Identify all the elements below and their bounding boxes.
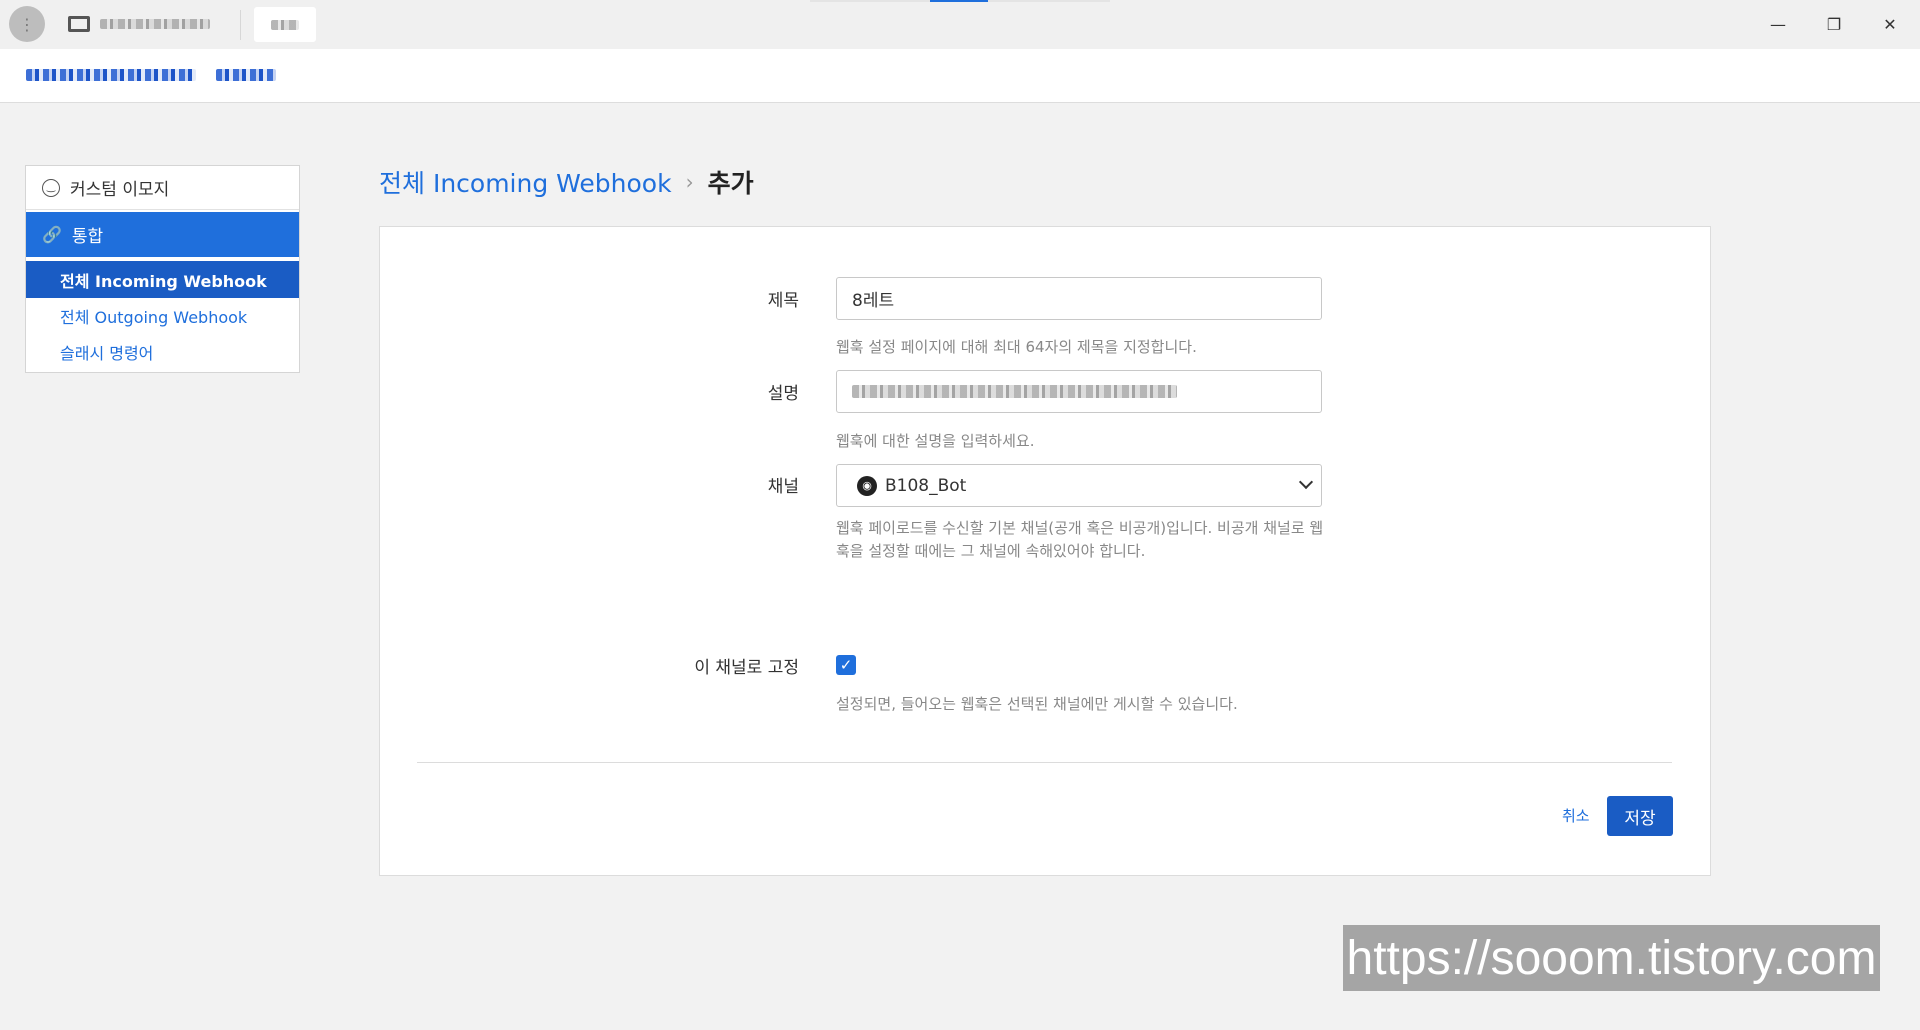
sidebar-item-outgoing-webhook[interactable]: 전체 Outgoing Webhook bbox=[26, 298, 299, 334]
server-icon bbox=[68, 16, 90, 32]
system-console-header bbox=[0, 49, 1920, 103]
lock-channel-help-text: 설정되면, 들어오는 웹훅은 선택된 채널에만 게시할 수 있습니다. bbox=[836, 695, 1238, 713]
webhook-form-panel: 제목 8레트 웹훅 설정 페이지에 대해 최대 64자의 제목을 지정합니다. … bbox=[379, 226, 1711, 876]
close-icon: ✕ bbox=[1883, 15, 1897, 34]
title-bar: ⋮ — ❐ ✕ bbox=[0, 0, 1920, 49]
checkmark-icon: ✓ bbox=[839, 656, 853, 674]
sidebar-item-incoming-webhook[interactable]: 전체 Incoming Webhook bbox=[26, 261, 299, 298]
form-divider bbox=[417, 762, 1672, 763]
smiley-icon: ‿ bbox=[42, 178, 60, 197]
sidebar-item-label: 전체 Outgoing Webhook bbox=[60, 308, 248, 327]
title-label: 제목 bbox=[767, 291, 799, 311]
header-breadcrumb[interactable] bbox=[26, 69, 276, 81]
description-value-redacted bbox=[852, 385, 1177, 398]
sidebar-item-label: 슬래시 명령어 bbox=[60, 344, 154, 363]
sidebar-category-integrations[interactable]: 🔗 통합 bbox=[26, 212, 299, 257]
chevron-down-icon bbox=[1298, 474, 1314, 490]
minimize-button[interactable]: — bbox=[1750, 0, 1806, 49]
bot-icon: ◉ bbox=[857, 475, 877, 496]
cancel-link[interactable]: 취소 bbox=[1562, 805, 1590, 826]
description-help-text: 웹훅에 대한 설명을 입력하세요. bbox=[836, 432, 1035, 450]
page-breadcrumb: 전체 Incoming Webhook › 추가 bbox=[379, 164, 754, 200]
title-input-value: 8레트 bbox=[852, 291, 895, 311]
user-avatar-icon[interactable]: ⋮ bbox=[9, 6, 45, 42]
chevron-right-icon: › bbox=[685, 170, 694, 194]
close-button[interactable]: ✕ bbox=[1862, 0, 1918, 49]
minimize-icon: — bbox=[1770, 15, 1786, 34]
breadcrumb-link[interactable]: 전체 Incoming Webhook bbox=[379, 164, 672, 200]
sidebar-category-label: 통합 bbox=[71, 227, 104, 247]
save-button[interactable]: 저장 bbox=[1607, 796, 1673, 836]
channel-select-value: B108_Bot bbox=[885, 475, 967, 496]
title-input[interactable]: 8레트 bbox=[836, 277, 1322, 320]
sidebar-item-label: 전체 Incoming Webhook bbox=[60, 271, 267, 291]
server-name-redacted bbox=[100, 19, 210, 29]
restore-button[interactable]: ❐ bbox=[1806, 0, 1862, 49]
divider bbox=[240, 10, 241, 40]
lock-channel-checkbox[interactable]: ✓ bbox=[836, 655, 856, 675]
description-label: 설명 bbox=[767, 384, 799, 404]
active-indicator bbox=[930, 0, 988, 2]
title-help-text: 웹훅 설정 페이지에 대해 최대 64자의 제목을 지정합니다. bbox=[836, 338, 1197, 356]
settings-sidebar: ‿ 커스텀 이모지 🔗 통합 전체 Incoming Webhook 전체 Ou… bbox=[25, 165, 300, 373]
sidebar-item-slash-commands[interactable]: 슬래시 명령어 bbox=[26, 334, 299, 370]
lock-channel-label: 이 채널로 고정 bbox=[694, 658, 799, 678]
sidebar-item-custom-emoji[interactable]: ‿ 커스텀 이모지 bbox=[26, 166, 299, 210]
channel-label: 채널 bbox=[767, 477, 799, 497]
description-input[interactable] bbox=[836, 370, 1322, 413]
channel-select[interactable]: ◉ B108_Bot bbox=[836, 464, 1322, 507]
watermark: https://sooom.tistory.com bbox=[1343, 925, 1880, 991]
active-team-tab[interactable] bbox=[254, 7, 316, 42]
sidebar-item-label: 커스텀 이모지 bbox=[70, 180, 170, 200]
restore-icon: ❐ bbox=[1826, 15, 1842, 34]
channel-help-text: 웹훅 페이로드를 수신할 기본 채널(공개 혹은 비공개)입니다. 비공개 채널… bbox=[836, 519, 1324, 560]
team-name-redacted bbox=[271, 19, 299, 30]
server-tab[interactable] bbox=[68, 12, 210, 36]
header-subtitle-redacted bbox=[216, 69, 276, 81]
page-title: 추가 bbox=[707, 169, 754, 198]
link-icon: 🔗 bbox=[42, 225, 62, 244]
header-title-redacted bbox=[26, 69, 196, 81]
